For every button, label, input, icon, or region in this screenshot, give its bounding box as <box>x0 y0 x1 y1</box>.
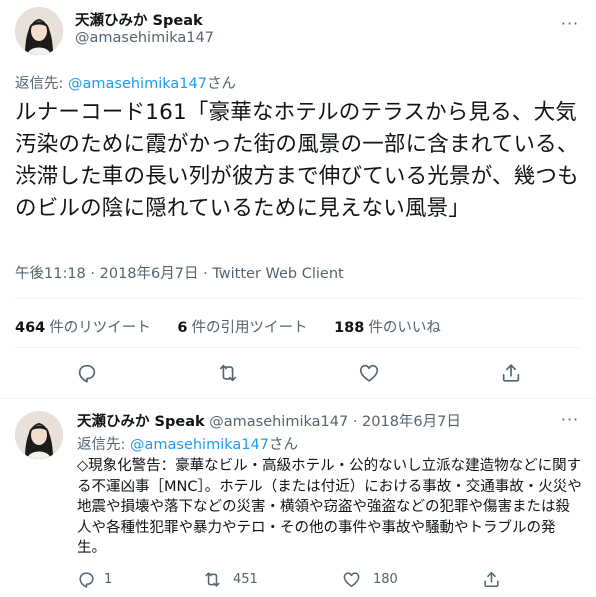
engagement-stats: 464 件のリツイート 6 件の引用ツイート 188 件のいいね <box>15 316 463 337</box>
share-icon[interactable] <box>500 362 522 384</box>
like-label: 件のいいね <box>368 320 441 336</box>
tweet-metadata: 午後11:18 · 2018年6月7日 · Twitter Web Client <box>15 262 344 283</box>
retweet-label: 件のリツイート <box>49 320 151 336</box>
divider <box>0 398 596 399</box>
avatar[interactable] <box>15 411 63 459</box>
user-handle[interactable]: @amasehimika147 <box>75 30 214 46</box>
reply-icon[interactable] <box>76 362 98 384</box>
quote-stat[interactable]: 6 件の引用ツイート <box>177 316 307 337</box>
like-icon[interactable] <box>358 362 380 384</box>
avatar[interactable] <box>15 7 63 55</box>
retweet-count: 464 <box>15 320 46 336</box>
reply-to-label: 返信先: <box>77 437 130 453</box>
retweet-icon[interactable] <box>203 570 222 589</box>
retweet-count: 451 <box>233 572 258 587</box>
quote-label: 件の引用ツイート <box>191 320 308 336</box>
reply-to-suffix: さん <box>268 437 298 453</box>
tweet-time[interactable]: 午後11:18 <box>15 266 86 282</box>
like-count: 180 <box>373 572 398 587</box>
retweet-stat[interactable]: 464 件のリツイート <box>15 316 151 337</box>
tweet-date[interactable]: 2018年6月7日 <box>362 414 461 430</box>
separator-dot: · <box>352 414 358 430</box>
tweet-date[interactable]: 2018年6月7日 <box>100 266 199 282</box>
reply-count: 1 <box>104 572 113 587</box>
separator-dot: · <box>90 266 96 282</box>
display-name[interactable]: 天瀬ひみか Speak <box>75 9 203 30</box>
reply-to-handle-link[interactable]: @amasehimika147 <box>68 76 207 92</box>
divider <box>15 298 581 299</box>
separator-dot: · <box>203 266 208 282</box>
user-handle[interactable]: @amasehimika147 <box>209 414 348 430</box>
reply-tweet-header: 天瀬ひみか Speak @amasehimika147 · 2018年6月7日 <box>77 410 461 431</box>
tweet-text: ルナーコード161「豪華なホテルのテラスから見る、大気汚染のために霞がかった街の… <box>15 100 579 221</box>
tweet-text: ◇現象化警告：豪華なビル・高級ホテル・公的ないし立派な建造物などに関する不運凶事… <box>77 458 582 556</box>
reply-to-handle-link[interactable]: @amasehimika147 <box>130 437 269 453</box>
reply-to-line: 返信先: @amasehimika147さん <box>77 433 298 454</box>
ellipsis-icon[interactable]: ··· <box>558 410 582 430</box>
tweet-client[interactable]: Twitter Web Client <box>212 266 343 282</box>
like-icon[interactable] <box>342 570 361 589</box>
share-icon[interactable] <box>482 570 501 589</box>
retweet-icon[interactable] <box>217 362 239 384</box>
reply-to-suffix: さん <box>206 76 236 92</box>
reply-to-label: 返信先: <box>15 76 68 92</box>
reply-to-line: 返信先: @amasehimika147さん <box>15 72 236 93</box>
like-count: 188 <box>334 320 365 336</box>
quote-count: 6 <box>177 320 188 336</box>
reply-icon[interactable] <box>77 570 96 589</box>
display-name[interactable]: 天瀬ひみか Speak <box>77 414 205 430</box>
divider <box>15 347 581 348</box>
ellipsis-icon[interactable]: ··· <box>558 14 582 34</box>
like-stat[interactable]: 188 件のいいね <box>334 316 441 337</box>
